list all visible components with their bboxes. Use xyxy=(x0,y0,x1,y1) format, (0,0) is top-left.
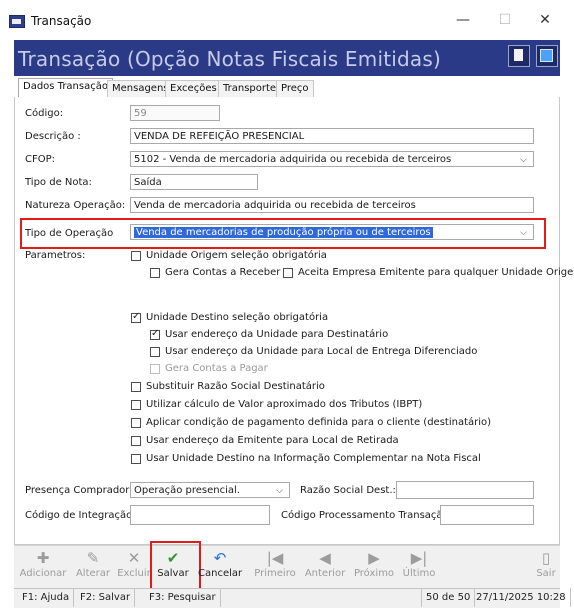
plus-icon: ✚ xyxy=(36,549,50,567)
processamento-field[interactable] xyxy=(440,505,534,525)
alterar-button[interactable]: ✎ Alterar xyxy=(74,548,112,579)
gera-contas-pagar-label: Gera Contas a Pagar xyxy=(165,363,268,374)
excluir-label: Excluir xyxy=(117,568,151,579)
integracao-field[interactable] xyxy=(130,505,270,525)
alterar-label: Alterar xyxy=(75,568,111,579)
status-record-count: 50 de 50 xyxy=(421,588,476,607)
tipo-operacao-select[interactable]: Venda de mercadorias de produção própria… xyxy=(130,224,534,240)
undo-icon: ↶ xyxy=(213,549,227,567)
condicao-pagamento-checkbox[interactable] xyxy=(131,418,141,428)
primeiro-label: Primeiro xyxy=(254,568,296,579)
sair-label: Sair xyxy=(536,568,556,579)
razao-field[interactable] xyxy=(396,481,534,499)
minimize-button[interactable]: — xyxy=(448,10,478,30)
exit-icon: ▯ xyxy=(541,549,551,567)
first-record-icon: |◀ xyxy=(266,549,284,567)
tab-dados-transacao[interactable]: Dados Transação xyxy=(18,78,113,98)
unidade-destino-info-checkbox[interactable] xyxy=(131,454,141,464)
gera-contas-pagar-checkbox xyxy=(150,364,160,374)
status-search: F3: Pesquisar xyxy=(145,588,221,607)
presenca-label: Presença Comprador: xyxy=(25,485,133,496)
adicionar-button[interactable]: ✚ Adicionar xyxy=(18,548,68,579)
codigo-label: Código: xyxy=(25,108,64,119)
substituir-razao-label: Substituir Razão Social Destinatário xyxy=(146,381,325,392)
tipo-operacao-label: Tipo de Operação xyxy=(25,228,114,239)
cfop-label: CFOP: xyxy=(25,154,56,165)
app-icon xyxy=(9,15,25,28)
aceita-empresa-checkbox[interactable] xyxy=(283,268,293,278)
gera-contas-receber-label: Gera Contas a Receber xyxy=(165,267,281,278)
window-title: Transação xyxy=(31,14,92,28)
tipo-operacao-value: Venda de mercadorias de produção própria… xyxy=(134,227,433,238)
parametros-label: Parametros: xyxy=(25,250,86,261)
natureza-field[interactable]: Venda de mercadoria adquirida ou recebid… xyxy=(130,197,534,213)
substituir-razao-checkbox[interactable] xyxy=(131,382,141,392)
razao-label: Razão Social Dest.: xyxy=(300,485,396,496)
unidade-origem-checkbox[interactable] xyxy=(131,251,141,261)
cfop-value: 5102 - Venda de mercadoria adquirida ou … xyxy=(134,154,452,165)
form-title: Transação (Opção Notas Fiscais Emitidas) xyxy=(18,47,441,71)
tab-preco[interactable]: Preço xyxy=(276,80,314,97)
unidade-destino-info-label: Usar Unidade Destino na Informação Compl… xyxy=(146,453,481,464)
endereco-emitente-label: Usar endereço da Emitente para Local de … xyxy=(146,435,399,446)
gera-contas-receber-checkbox[interactable] xyxy=(150,268,160,278)
endereco-emitente-checkbox[interactable] xyxy=(131,436,141,446)
proximo-button[interactable]: ▶ Próximo xyxy=(352,548,396,579)
unidade-destino-checkbox[interactable] xyxy=(131,311,141,323)
ibpt-checkbox[interactable] xyxy=(131,400,141,410)
codigo-field[interactable]: 59 xyxy=(130,105,220,121)
maximize-button[interactable]: ☐ xyxy=(490,10,520,30)
proximo-label: Próximo xyxy=(353,568,395,579)
processamento-label: Código Processamento Transação: xyxy=(281,510,453,521)
anterior-button[interactable]: ◀ Anterior xyxy=(304,548,346,579)
salvar-highlight xyxy=(150,541,201,591)
ibpt-label: Utilizar cálculo de Valor aproximado dos… xyxy=(146,399,423,410)
tab-excecoes[interactable]: Exceções xyxy=(165,80,222,97)
primeiro-button[interactable]: |◀ Primeiro xyxy=(252,548,298,579)
presenca-value: Operação presencial. xyxy=(134,485,240,496)
excluir-button[interactable]: ✕ Excluir xyxy=(116,548,152,579)
cancelar-button[interactable]: ↶ Cancelar xyxy=(198,548,242,579)
aceita-empresa-label: Aceita Empresa Emitente para qualquer Un… xyxy=(298,267,574,278)
unidade-destino-label: Unidade Destino seleção obrigatória xyxy=(146,312,329,323)
chevron-down-icon: ⌵ xyxy=(520,155,527,165)
pencil-icon: ✎ xyxy=(86,549,100,567)
status-save: F2: Salvar xyxy=(76,588,136,607)
last-record-icon: ▶| xyxy=(410,549,428,567)
close-button[interactable]: ✕ xyxy=(530,10,560,30)
status-help: F1: Ajuda xyxy=(18,588,75,607)
usar-end-entrega-checkbox[interactable] xyxy=(150,347,160,357)
ultimo-label: Último xyxy=(402,568,436,579)
chevron-down-icon: ⌵ xyxy=(276,486,283,496)
presenca-select[interactable]: Operação presencial. ⌵ xyxy=(130,482,290,498)
descricao-field[interactable]: VENDA DE REFEIÇÃO PRESENCIAL xyxy=(130,128,534,144)
descricao-label: Descrição : xyxy=(25,131,81,142)
save-disk-icon[interactable] xyxy=(536,45,558,67)
usar-end-destinatario-checkbox[interactable] xyxy=(150,328,160,340)
next-icon: ▶ xyxy=(368,549,380,567)
natureza-label: Natureza Operação: xyxy=(25,200,126,211)
status-datetime: 27/11/2025 10:28 xyxy=(472,588,571,607)
chevron-down-icon: ⌵ xyxy=(520,228,527,238)
tipo-nota-label: Tipo de Nota: xyxy=(25,177,92,188)
anterior-label: Anterior xyxy=(304,568,346,579)
tab-mensagens[interactable]: Mensagens xyxy=(107,80,174,97)
cancelar-label: Cancelar xyxy=(198,568,243,579)
unidade-origem-label: Unidade Origem seleção obrigatória xyxy=(146,250,327,261)
tab-transporte[interactable]: Transporte xyxy=(218,80,282,97)
document-icon[interactable] xyxy=(508,45,530,67)
previous-icon: ◀ xyxy=(319,549,331,567)
tipo-nota-field[interactable]: Saída xyxy=(130,174,258,190)
usar-end-entrega-label: Usar endereço da Unidade para Local de E… xyxy=(165,346,478,357)
sair-button[interactable]: ▯ Sair xyxy=(534,548,558,579)
cfop-select[interactable]: 5102 - Venda de mercadoria adquirida ou … xyxy=(130,151,534,167)
adicionar-label: Adicionar xyxy=(19,568,67,579)
integracao-label: Código de Integração: xyxy=(25,510,136,521)
condicao-pagamento-label: Aplicar condição de pagamento definida p… xyxy=(146,417,492,428)
delete-icon: ✕ xyxy=(127,549,141,567)
ultimo-button[interactable]: ▶| Último xyxy=(400,548,438,579)
usar-end-destinatario-label: Usar endereço da Unidade para Destinatár… xyxy=(165,329,389,340)
